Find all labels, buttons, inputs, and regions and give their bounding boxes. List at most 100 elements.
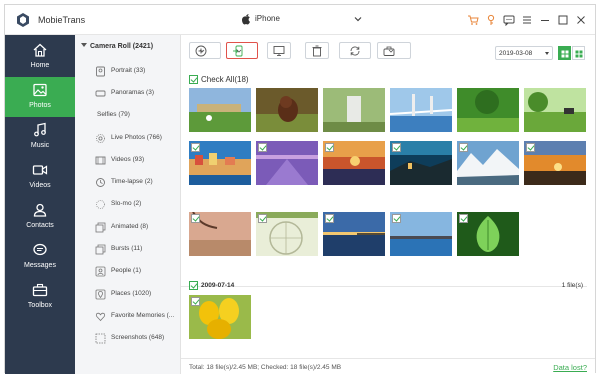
album-animated[interactable]: Animated (8)	[95, 221, 180, 235]
album-bursts[interactable]: Bursts (11)	[95, 243, 180, 257]
nav-label-messages: Messages	[24, 262, 56, 269]
album-people[interactable]: People (1)	[95, 265, 180, 279]
photo-thumbnail[interactable]	[189, 212, 251, 256]
nav-item-messages[interactable]: Messages	[5, 237, 75, 277]
group-checkbox[interactable]	[189, 281, 198, 290]
photo-content: 2019-03-08 Check All(18) 2009-07-14 1 fi…	[181, 35, 595, 374]
nav-item-videos[interactable]: Videos	[5, 157, 75, 197]
nav-label-videos: Videos	[29, 182, 51, 189]
list-view-button[interactable]	[572, 46, 585, 60]
photo-thumbnail[interactable]	[390, 88, 452, 132]
close-icon[interactable]	[575, 14, 587, 26]
photo-thumbnail[interactable]	[457, 88, 519, 132]
group-divider	[181, 286, 587, 287]
people-icon	[95, 266, 106, 277]
photo-thumbnail[interactable]	[256, 141, 318, 185]
photo-thumbnail[interactable]	[323, 141, 385, 185]
album-favorite-memories[interactable]: Favorite Memories (...	[95, 310, 180, 324]
album-selfies[interactable]: Selfies (79)	[95, 109, 180, 123]
list-view-icon	[575, 50, 583, 57]
app-title: MobieTrans	[38, 15, 86, 25]
delete-button[interactable]	[305, 42, 329, 59]
photo-checkbox[interactable]	[459, 214, 468, 223]
live-photos-icon	[96, 134, 105, 143]
minimize-icon[interactable]	[539, 14, 551, 26]
photo-thumbnail[interactable]	[524, 88, 586, 132]
export-to-pc-button[interactable]	[267, 42, 291, 59]
photo-thumbnail[interactable]	[390, 212, 452, 256]
dropdown-arrow-icon	[545, 52, 549, 55]
photo-checkbox[interactable]	[392, 143, 401, 152]
nav-item-contacts[interactable]: Contacts	[5, 197, 75, 237]
data-lost-link[interactable]: Data lost?	[553, 363, 587, 372]
album-screenshots[interactable]: Screenshots (648)	[95, 332, 180, 346]
group-date: 2009-07-14	[201, 282, 235, 289]
photo-checkbox[interactable]	[325, 143, 334, 152]
album-label: Time-lapse (2)	[111, 178, 153, 185]
photo-thumbnail[interactable]	[390, 141, 452, 185]
album-label: People (1)	[111, 267, 141, 274]
album-live-photos[interactable]: Live Photos (766)	[95, 132, 180, 146]
photo-checkbox[interactable]	[392, 214, 401, 223]
menu-icon[interactable]	[521, 14, 533, 26]
animated-icon	[95, 222, 106, 233]
photo-checkbox[interactable]	[459, 143, 468, 152]
album-label: Screenshots (648)	[111, 334, 165, 341]
photo-checkbox[interactable]	[325, 214, 334, 223]
photo-thumbnail[interactable]	[457, 141, 519, 185]
device-selector[interactable]: iPhone	[241, 11, 365, 29]
maximize-icon[interactable]	[557, 14, 569, 26]
cart-icon[interactable]	[467, 14, 479, 26]
album-panoramas[interactable]: Panoramas (3)	[95, 87, 180, 101]
chevron-down-icon	[354, 17, 362, 22]
photo-checkbox[interactable]	[191, 143, 200, 152]
album-time-lapse[interactable]: Time-lapse (2)	[95, 176, 180, 190]
photo-thumbnail[interactable]	[189, 295, 251, 339]
photo-thumbnail[interactable]	[524, 141, 586, 185]
photo-thumbnail[interactable]	[256, 212, 318, 256]
photo-image	[390, 88, 452, 132]
photo-checkbox[interactable]	[191, 297, 200, 306]
export-to-device-button[interactable]	[226, 42, 258, 59]
date-filter-select[interactable]: 2019-03-08	[495, 46, 553, 60]
apple-icon	[242, 14, 250, 25]
photo-checkbox[interactable]	[258, 214, 267, 223]
app-window: MobieTrans iPhone Home Photos Music Vide…	[4, 4, 596, 374]
refresh-icon	[350, 46, 360, 56]
nav-label-home: Home	[30, 62, 50, 69]
nav-item-photos[interactable]: Photos	[5, 77, 75, 117]
nav-item-music[interactable]: Music	[5, 117, 75, 157]
photo-thumbnail[interactable]	[189, 141, 251, 185]
photo-thumbnail[interactable]	[189, 88, 251, 132]
photo-toolbar: 2019-03-08	[181, 35, 595, 65]
photo-checkbox[interactable]	[526, 143, 535, 152]
grid-view-button[interactable]	[558, 46, 571, 60]
album-portrait[interactable]: Portrait (33)	[95, 65, 180, 79]
key-icon[interactable]	[485, 14, 497, 26]
photo-thumbnail[interactable]	[323, 212, 385, 256]
album-panel: Camera Roll (2421) Portrait (33) Panoram…	[75, 35, 181, 374]
photo-image	[189, 88, 251, 132]
photo-image	[457, 88, 519, 132]
check-all-checkbox[interactable]	[189, 75, 198, 84]
album-videos[interactable]: Videos (93)	[95, 154, 180, 168]
album-places[interactable]: Places (1020)	[95, 288, 180, 302]
photo-thumbnail[interactable]	[323, 88, 385, 132]
check-all-label: Check All(18)	[201, 75, 249, 84]
refresh-button[interactable]	[339, 42, 371, 59]
photo-thumbnail[interactable]	[256, 88, 318, 132]
photo-checkbox[interactable]	[258, 143, 267, 152]
album-slo-mo[interactable]: Slo-mo (2)	[95, 198, 180, 212]
feedback-icon[interactable]	[503, 14, 515, 26]
chevron-down-icon	[199, 49, 205, 53]
photo-checkbox[interactable]	[191, 214, 200, 223]
album-label: Live Photos (766)	[111, 134, 162, 141]
photo-image	[256, 88, 318, 132]
photo-image	[323, 88, 385, 132]
nav-item-toolbox[interactable]: Toolbox	[5, 277, 75, 317]
nav-item-home[interactable]: Home	[5, 37, 75, 77]
toolbox-button[interactable]	[377, 42, 411, 59]
camera-roll-folder[interactable]: Camera Roll (2421)	[81, 43, 153, 50]
photo-thumbnail[interactable]	[457, 212, 519, 256]
add-button[interactable]	[189, 42, 221, 59]
